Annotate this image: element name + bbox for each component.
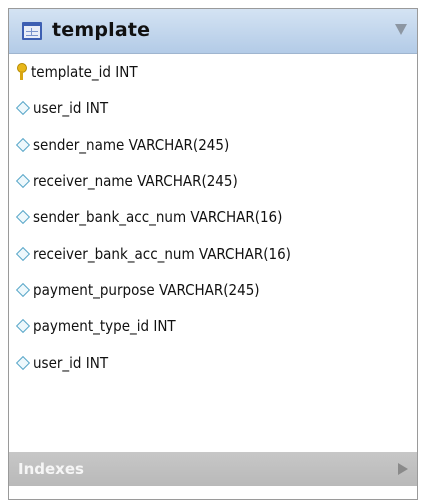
column-diamond-icon — [15, 282, 31, 297]
column-label: receiver_bank_acc_num VARCHAR(16) — [33, 244, 291, 263]
primary-key-icon — [16, 63, 28, 81]
column-row-user-id[interactable]: user_id INT — [9, 90, 417, 126]
indexes-section-toggle[interactable]: Indexes — [9, 452, 417, 486]
column-label: payment_type_id INT — [33, 317, 176, 336]
table-title: template — [52, 19, 151, 41]
column-label: user_id INT — [33, 99, 109, 118]
collapse-arrow-icon[interactable] — [395, 24, 407, 35]
column-row-payment-type-id[interactable]: payment_type_id INT — [9, 308, 417, 344]
column-diamond-icon — [15, 210, 31, 225]
table-icon — [22, 22, 42, 40]
indexes-label: Indexes — [18, 460, 84, 478]
column-row-sender-bank-acc-num[interactable]: sender_bank_acc_num VARCHAR(16) — [9, 199, 417, 235]
column-diamond-icon — [15, 319, 31, 334]
column-row-receiver-name[interactable]: receiver_name VARCHAR(245) — [9, 163, 417, 199]
column-row-template-id[interactable]: template_id INT — [9, 54, 417, 90]
column-label: sender_bank_acc_num VARCHAR(16) — [33, 208, 283, 227]
column-list: template_id INT user_id INT sender_name … — [9, 54, 417, 381]
column-diamond-icon — [15, 173, 31, 189]
column-label: receiver_name VARCHAR(245) — [33, 172, 238, 191]
table-footer — [9, 486, 417, 499]
expand-arrow-icon[interactable] — [398, 463, 408, 475]
column-diamond-icon — [15, 101, 31, 116]
column-row-user-id-2[interactable]: user_id INT — [9, 344, 417, 380]
column-diamond-icon — [15, 246, 31, 261]
column-label: template_id INT — [31, 63, 138, 82]
table-entity-template[interactable]: template template_id INT user_id INT sen… — [8, 8, 418, 500]
column-diamond-icon — [15, 355, 31, 370]
column-label: payment_purpose VARCHAR(245) — [33, 280, 260, 299]
column-diamond-icon — [15, 137, 31, 152]
table-header[interactable]: template — [9, 9, 417, 54]
column-row-payment-purpose[interactable]: payment_purpose VARCHAR(245) — [9, 272, 417, 308]
column-label: sender_name VARCHAR(245) — [33, 135, 230, 154]
column-row-sender-name[interactable]: sender_name VARCHAR(245) — [9, 127, 417, 163]
column-row-receiver-bank-acc-num[interactable]: receiver_bank_acc_num VARCHAR(16) — [9, 235, 417, 271]
column-label: user_id INT — [33, 353, 109, 372]
